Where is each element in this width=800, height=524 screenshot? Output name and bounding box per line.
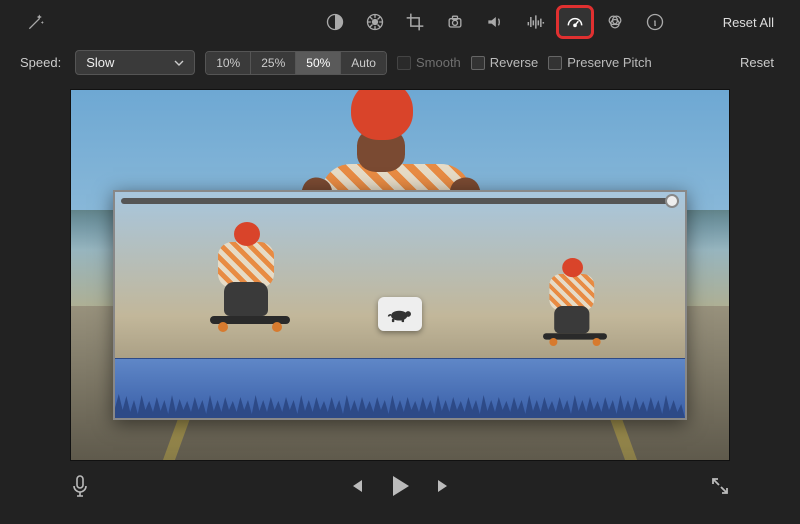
slow-indicator-badge <box>378 297 422 331</box>
speed-range-overlay[interactable] <box>113 190 687 420</box>
speed-label: Speed: <box>20 55 61 70</box>
color-correction-icon[interactable] <box>359 8 391 36</box>
crop-icon[interactable] <box>399 8 431 36</box>
reset-all-button[interactable]: Reset All <box>717 11 780 34</box>
previous-frame-button[interactable] <box>347 477 365 495</box>
noise-reduction-icon[interactable] <box>519 8 551 36</box>
reverse-checkbox[interactable]: Reverse <box>471 55 538 70</box>
fullscreen-button[interactable] <box>710 476 730 496</box>
reverse-checkbox-label: Reverse <box>490 55 538 70</box>
reset-button[interactable]: Reset <box>734 51 780 74</box>
speed-range-handle[interactable] <box>665 194 679 208</box>
smooth-checkbox: Smooth <box>397 55 461 70</box>
next-frame-button[interactable] <box>435 477 453 495</box>
speed-controls-bar: Speed: Slow 10% 25% 50% Auto Smooth Reve… <box>0 44 800 85</box>
speed-preset-auto[interactable]: Auto <box>341 52 386 74</box>
speed-dropdown-value: Slow <box>86 55 114 70</box>
play-button[interactable] <box>387 473 413 499</box>
speed-preset-25[interactable]: 25% <box>251 52 296 74</box>
turtle-icon <box>387 304 413 324</box>
preserve-pitch-checkbox-label: Preserve Pitch <box>567 55 652 70</box>
video-preview[interactable] <box>70 89 730 461</box>
chevron-down-icon <box>174 58 184 68</box>
audio-waveform <box>115 386 685 418</box>
speed-range-bar[interactable] <box>121 198 679 204</box>
adjustment-toolbar: Reset All <box>0 0 800 44</box>
auto-enhance-icon[interactable] <box>20 8 52 36</box>
clip-skater-1 <box>210 222 290 332</box>
playback-bar <box>0 461 800 499</box>
voiceover-button[interactable] <box>70 474 90 498</box>
volume-icon[interactable] <box>479 8 511 36</box>
speed-dropdown[interactable]: Slow <box>75 50 195 75</box>
smooth-checkbox-label: Smooth <box>416 55 461 70</box>
checkbox-box <box>548 56 562 70</box>
color-filters-icon[interactable] <box>599 8 631 36</box>
clip-skater-2 <box>543 258 607 346</box>
preserve-pitch-checkbox[interactable]: Preserve Pitch <box>548 55 652 70</box>
speed-preset-10[interactable]: 10% <box>206 52 251 74</box>
speed-icon[interactable] <box>559 8 591 36</box>
speed-preset-segmented: 10% 25% 50% Auto <box>205 51 387 75</box>
checkbox-box <box>397 56 411 70</box>
color-balance-icon[interactable] <box>319 8 351 36</box>
info-icon[interactable] <box>639 8 671 36</box>
stabilization-icon[interactable] <box>439 8 471 36</box>
speed-preset-50[interactable]: 50% <box>296 52 341 74</box>
checkbox-box <box>471 56 485 70</box>
audio-track[interactable] <box>115 358 685 418</box>
